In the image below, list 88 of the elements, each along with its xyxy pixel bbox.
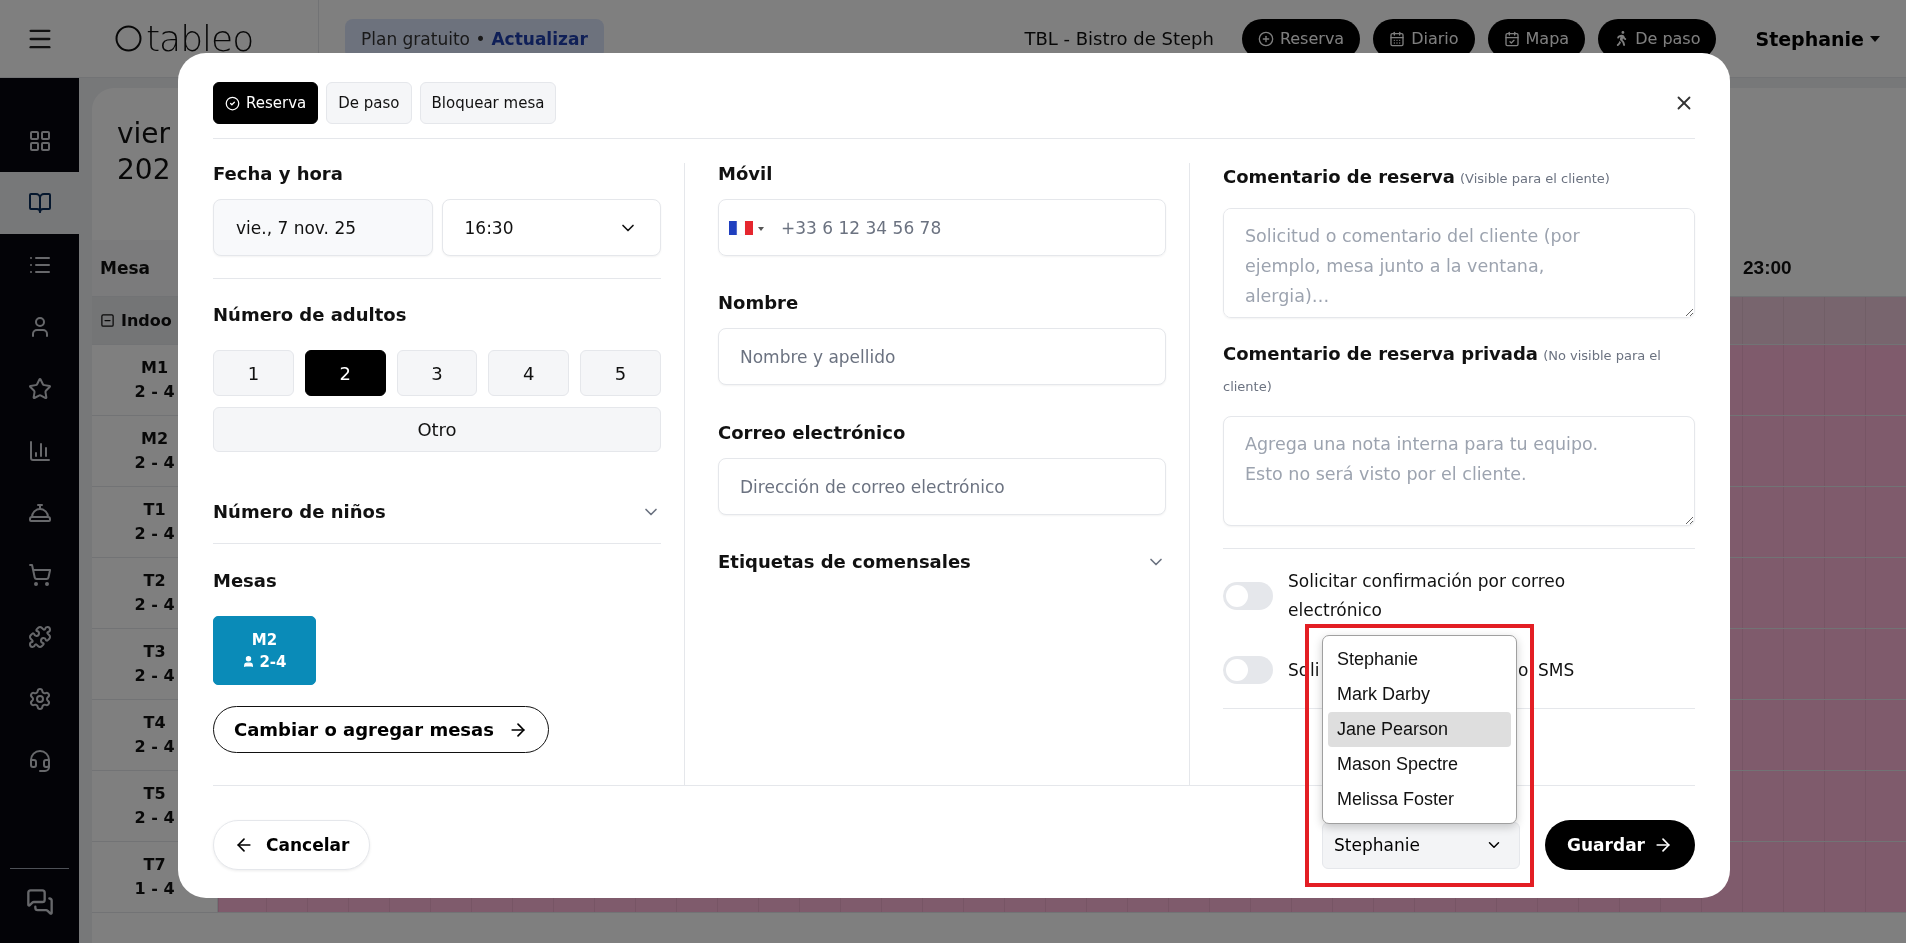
capacity-label: 2 - 4	[134, 665, 175, 687]
person-icon	[242, 655, 256, 668]
date-title: 202	[117, 152, 171, 188]
field-label: Correo electrónico	[718, 422, 907, 444]
capacity-label: 2 - 4	[134, 381, 175, 403]
plan-label: Plan gratuito •	[361, 28, 486, 49]
table-name: T7	[143, 854, 166, 876]
star-icon	[27, 377, 52, 401]
toggle-label: o	[1518, 658, 1529, 682]
table-name: T4	[143, 712, 166, 734]
table-name: M1	[140, 357, 169, 379]
book-icon	[27, 191, 52, 215]
caret-icon	[1870, 35, 1880, 42]
collapse-icon	[100, 313, 115, 328]
guest-count-option[interactable]: 3	[396, 350, 478, 396]
table-name: T1	[143, 499, 166, 521]
toggle-label: li	[1310, 658, 1320, 682]
sidebar-item[interactable]	[0, 172, 79, 234]
guest-count-option[interactable]: 1	[213, 350, 294, 396]
dropdown-option[interactable]: Melissa Foster	[1328, 781, 1511, 817]
guest-count-option[interactable]: 4	[488, 350, 570, 396]
field-label: Nombre	[718, 292, 800, 314]
chat-icon	[25, 888, 54, 916]
toggle-switch[interactable]	[1223, 582, 1273, 610]
puzzle-icon	[27, 625, 52, 649]
field-label: Móvil	[718, 163, 774, 185]
dropdown-option[interactable]: Stephanie	[1328, 641, 1511, 677]
venue-name: TBL - Bistro de Steph	[1024, 28, 1214, 49]
private-comment-field[interactable]: Agrega una nota interna para tu equipo. Esto no será visto por el cliente.	[1223, 416, 1695, 526]
tab[interactable]: Bloquear mesa	[419, 82, 557, 124]
brand-logo: tableo	[146, 18, 254, 59]
capacity-label: 2 - 4	[134, 807, 175, 829]
date-title: vier	[117, 116, 171, 152]
phone-number-input[interactable]: +33 6 12 34 56 78	[779, 216, 1165, 239]
email-field[interactable]: Dirección de correo electrónico	[718, 458, 1166, 515]
table-name: T3	[143, 641, 166, 663]
table-name: T5	[143, 783, 166, 805]
cart-icon	[27, 563, 52, 587]
section-heading: Fecha y hora	[213, 163, 344, 185]
settings-icon	[27, 687, 52, 711]
bell-icon	[27, 501, 52, 525]
france-flag-icon	[729, 219, 765, 236]
headset-icon	[27, 749, 52, 773]
capacity-label: 2 - 4	[134, 523, 175, 545]
dropdown-option[interactable]: Jane Pearson	[1328, 711, 1511, 747]
bar-chart-icon	[27, 439, 52, 463]
table-name: T2	[143, 570, 166, 592]
name-field[interactable]: Nombre y apellido	[718, 328, 1166, 385]
group-label: Indoo	[121, 311, 172, 330]
field-label: Comentario de reserva privada (No visible para el cliente)	[1223, 342, 1662, 396]
comment-field[interactable]: Solicitud o comentario del cliente (por ejemplo, mesa junto a la ventana, alergia)…	[1223, 208, 1695, 318]
toggle-label: Solicitar confirmación por correo electrónico	[1288, 570, 1567, 622]
capacity-label: 2 - 4	[134, 452, 175, 474]
time-header: 23:00	[1743, 257, 1793, 279]
tab[interactable]: De paso	[326, 82, 412, 124]
plus-icon	[1257, 30, 1274, 47]
toggle-label: SMS	[1538, 658, 1575, 682]
capacity-label: 2 - 4	[134, 594, 175, 616]
guest-count-option[interactable]: 5	[580, 350, 661, 396]
save-button[interactable]: Guardar	[1545, 820, 1695, 870]
logo-icon	[115, 25, 142, 52]
time-select[interactable]: 16:30	[441, 199, 661, 256]
phone-field[interactable]: +33 6 12 34 56 78	[718, 199, 1166, 256]
capacity-label: 1 - 4	[134, 878, 175, 900]
table-name: M2	[140, 428, 169, 450]
guest-count-option[interactable]: 2	[304, 350, 386, 396]
capacity-label: 2 - 4	[134, 736, 175, 758]
tab[interactable]: Reserva	[213, 82, 319, 124]
toggle-switch[interactable]	[1223, 656, 1273, 684]
table-chip[interactable]: M2 2-4	[213, 616, 316, 685]
table-name: M2	[251, 630, 278, 649]
children-count-toggle[interactable]: Número de niños	[213, 480, 661, 544]
field-label: Comentario de reserva (Visible para el cliente)	[1223, 165, 1611, 189]
dropdown-option[interactable]: Mark Darby	[1328, 676, 1511, 712]
calendar-icon	[1503, 30, 1520, 47]
dashboard-icon	[27, 129, 52, 153]
diner-tags-toggle[interactable]: Etiquetas de comensales	[718, 530, 1166, 593]
check-icon	[225, 95, 240, 111]
user-menu-button[interactable]: Stephanie	[1749, 26, 1886, 51]
cancel-button[interactable]: Cancelar	[213, 820, 371, 870]
staff-select[interactable]: Stephanie	[1322, 821, 1520, 869]
dropdown-option[interactable]: Mason Spectre	[1328, 746, 1511, 782]
change-tables-button[interactable]: Cambiar o agregar mesas	[213, 706, 549, 753]
capacity-label: 2-4	[259, 652, 287, 671]
calendar-icon	[1389, 30, 1406, 47]
date-field[interactable]: vie., 7 nov. 25	[213, 199, 433, 256]
other-count-button[interactable]: Otro	[213, 407, 661, 452]
section-heading: Mesas	[213, 570, 278, 592]
